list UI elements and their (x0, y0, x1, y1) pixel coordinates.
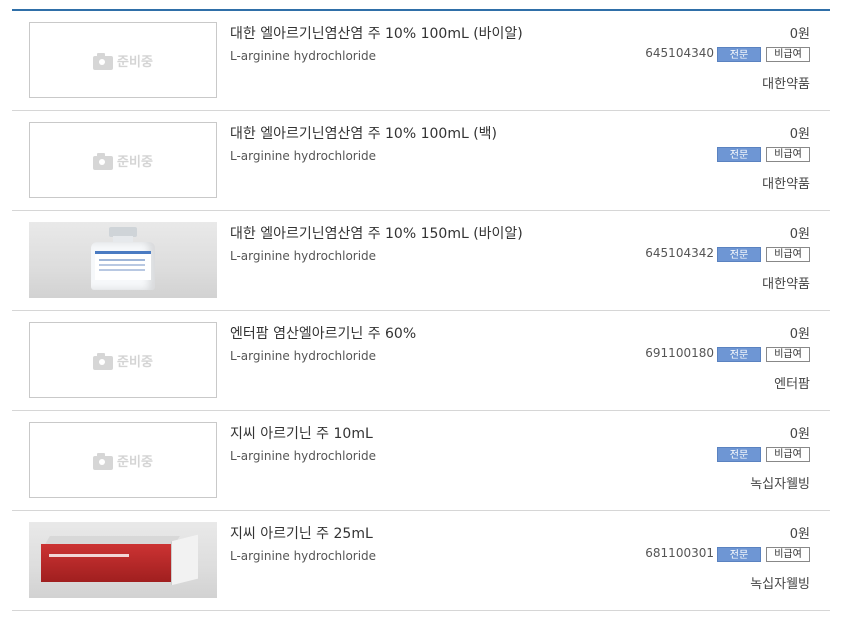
product-row[interactable]: 대한 엘아르기닌염산염 주 10% 150mL (바이알) L-arginine… (12, 211, 830, 311)
product-code: 681100301 (645, 546, 714, 560)
product-ingredient: L-arginine hydrochloride (230, 149, 377, 163)
product-row[interactable]: 준비중 엔터팜 염산엘아르기닌 주 60% L-arginine hydroch… (12, 311, 830, 411)
product-price: 0원 (789, 527, 810, 542)
product-title[interactable]: 엔터팜 염산엘아르기닌 주 60% (230, 323, 416, 343)
product-ingredient: L-arginine hydrochloride (230, 449, 377, 463)
product-row[interactable]: 준비중 지씨 아르기닌 주 10mL L-arginine hydrochlor… (12, 411, 830, 511)
product-thumbnail[interactable] (29, 222, 217, 298)
product-thumbnail[interactable]: 준비중 (29, 422, 217, 498)
product-title[interactable]: 대한 엘아르기닌염산염 주 10% 150mL (바이알) (230, 223, 523, 243)
manufacturer: 대한약품 (762, 277, 810, 292)
manufacturer: 녹십자웰빙 (750, 477, 810, 492)
prescription-badge: 전문 (717, 347, 761, 362)
product-row[interactable]: 지씨 아르기닌 주 25mL L-arginine hydrochloride … (12, 511, 830, 611)
prescription-badge: 전문 (717, 147, 761, 162)
manufacturer: 대한약품 (762, 177, 810, 192)
product-ingredient: L-arginine hydrochloride (230, 349, 377, 363)
product-title[interactable]: 대한 엘아르기닌염산염 주 10% 100mL (바이알) (230, 23, 523, 43)
coverage-badge: 비급여 (766, 147, 810, 162)
product-thumbnail[interactable]: 준비중 (29, 122, 217, 198)
product-title[interactable]: 지씨 아르기닌 주 25mL (230, 523, 373, 543)
manufacturer: 녹십자웰빙 (750, 577, 810, 592)
product-price: 0원 (789, 427, 810, 442)
product-ingredient: L-arginine hydrochloride (230, 549, 377, 563)
manufacturer: 엔터팜 (774, 377, 810, 392)
box-image (41, 532, 201, 586)
coverage-badge: 비급여 (766, 447, 810, 462)
product-thumbnail[interactable] (29, 522, 217, 598)
image-placeholder: 준비중 (30, 151, 216, 170)
product-title[interactable]: 지씨 아르기닌 주 10mL (230, 423, 373, 443)
prescription-badge: 전문 (717, 247, 761, 262)
image-placeholder: 준비중 (30, 451, 216, 470)
product-price: 0원 (789, 27, 810, 42)
image-placeholder: 준비중 (30, 351, 216, 370)
product-row[interactable]: 준비중 대한 엘아르기닌염산염 주 10% 100mL (백) L-argini… (12, 111, 830, 211)
coverage-badge: 비급여 (766, 47, 810, 62)
camera-icon (93, 352, 114, 370)
product-code: 645104342 (645, 246, 714, 260)
camera-icon (93, 52, 114, 70)
vial-image (87, 227, 159, 291)
product-price: 0원 (789, 327, 810, 342)
image-placeholder: 준비중 (30, 51, 216, 70)
coverage-badge: 비급여 (766, 547, 810, 562)
product-price: 0원 (789, 127, 810, 142)
coverage-badge: 비급여 (766, 247, 810, 262)
camera-icon (93, 152, 114, 170)
product-thumbnail[interactable]: 준비중 (29, 322, 217, 398)
prescription-badge: 전문 (717, 47, 761, 62)
product-thumbnail[interactable]: 준비중 (29, 22, 217, 98)
camera-icon (93, 452, 114, 470)
product-ingredient: L-arginine hydrochloride (230, 49, 377, 63)
product-list: 준비중 대한 엘아르기닌염산염 주 10% 100mL (바이알) L-argi… (12, 11, 830, 611)
product-code: 645104340 (645, 46, 714, 60)
manufacturer: 대한약품 (762, 77, 810, 92)
product-code: 691100180 (645, 346, 714, 360)
prescription-badge: 전문 (717, 547, 761, 562)
product-price: 0원 (789, 227, 810, 242)
product-title[interactable]: 대한 엘아르기닌염산염 주 10% 100mL (백) (230, 123, 497, 143)
coverage-badge: 비급여 (766, 347, 810, 362)
product-ingredient: L-arginine hydrochloride (230, 249, 377, 263)
prescription-badge: 전문 (717, 447, 761, 462)
product-row[interactable]: 준비중 대한 엘아르기닌염산염 주 10% 100mL (바이알) L-argi… (12, 11, 830, 111)
